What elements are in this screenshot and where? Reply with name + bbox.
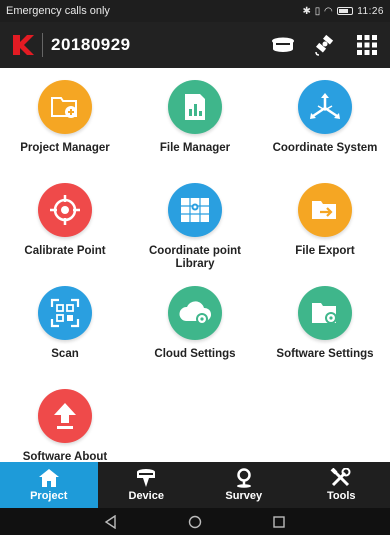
tile-label: Scan	[51, 348, 79, 360]
tools-icon	[330, 468, 351, 487]
receiver-icon[interactable]	[270, 32, 296, 58]
project-title: 20180929	[51, 35, 131, 54]
home-circle-icon[interactable]	[188, 515, 202, 529]
app-header: 20180929	[0, 22, 390, 68]
tab-label: Survey	[225, 490, 263, 502]
header-divider	[42, 33, 43, 57]
tab-device[interactable]: Device	[98, 462, 196, 508]
crosshair-icon	[38, 183, 92, 237]
folder-add-icon	[38, 80, 92, 134]
tab-project[interactable]: Project	[0, 462, 98, 508]
tile-label: Cloud Settings	[154, 348, 236, 360]
tile-label: File Export	[295, 245, 355, 257]
tile-coordinate-point-library[interactable]: Coordinate point Library	[130, 183, 260, 283]
tab-survey[interactable]: Survey	[195, 462, 293, 508]
recent-apps-icon[interactable]	[272, 515, 286, 529]
tab-tools[interactable]: Tools	[293, 462, 390, 508]
home-icon	[38, 469, 59, 487]
tile-label: Project Manager	[20, 142, 110, 154]
tile-label: Calibrate Point	[24, 245, 106, 257]
tile-scan[interactable]: Scan	[0, 286, 130, 386]
tile-coordinate-system[interactable]: Coordinate System	[260, 80, 390, 180]
tab-label: Project	[30, 490, 68, 502]
grid-menu-icon[interactable]	[354, 32, 380, 58]
tile-file-export[interactable]: File Export	[260, 183, 390, 283]
tile-file-manager[interactable]: File Manager	[130, 80, 260, 180]
app-logo	[10, 32, 36, 58]
tile-label: Coordinate System	[272, 142, 378, 154]
bottom-tab-bar: Project Device Survey Tools	[0, 462, 390, 508]
cloud-gear-icon	[168, 286, 222, 340]
gnss-receiver-icon	[137, 469, 156, 487]
signal-icons: ✱ ▯ ◠	[302, 5, 334, 17]
location-pin-icon	[236, 468, 251, 488]
tab-label: Device	[128, 490, 164, 502]
tile-label: Software Settings	[276, 348, 374, 360]
tab-label: Tools	[326, 490, 356, 502]
tile-label: Coordinate point Library	[149, 245, 241, 270]
chart-file-icon	[168, 80, 222, 134]
system-nav-bar	[0, 508, 390, 535]
clock: 11:26	[357, 5, 384, 17]
battery-icon	[337, 7, 354, 15]
tile-project-manager[interactable]: Project Manager	[0, 80, 130, 180]
qr-scan-icon	[38, 286, 92, 340]
status-icons: ✱ ▯ ◠ 11:26	[303, 6, 384, 17]
folder-export-icon	[298, 183, 352, 237]
carrier-text: Emergency calls only	[6, 5, 110, 17]
map-library-icon	[168, 183, 222, 237]
tile-calibrate-point[interactable]: Calibrate Point	[0, 183, 130, 283]
folder-gear-icon	[298, 286, 352, 340]
tile-cloud-settings[interactable]: Cloud Settings	[130, 286, 260, 386]
status-bar: Emergency calls only ✱ ▯ ◠ 11:26	[0, 0, 390, 22]
satellite-icon[interactable]	[312, 32, 338, 58]
upload-arrow-icon	[38, 389, 92, 443]
back-icon[interactable]	[104, 514, 118, 529]
tile-software-settings[interactable]: Software Settings	[260, 286, 390, 386]
axes-icon	[298, 80, 352, 134]
tile-label: File Manager	[159, 142, 231, 154]
